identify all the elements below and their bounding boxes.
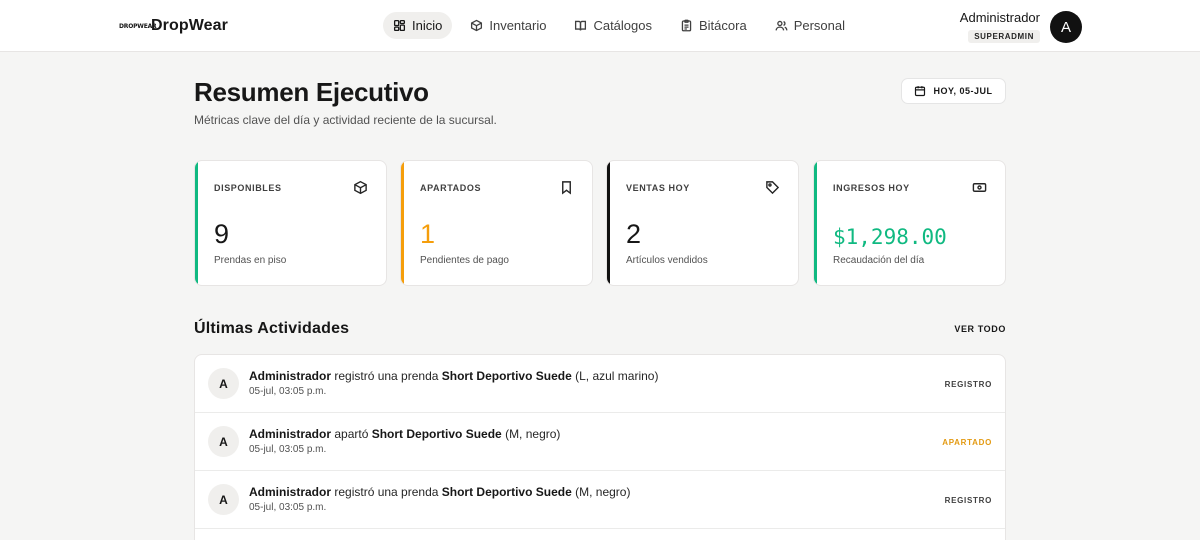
nav-item-personal[interactable]: Personal xyxy=(765,12,855,39)
activity-actor: Administrador xyxy=(249,485,332,499)
clipboard-icon xyxy=(681,19,692,32)
main-nav: Inicio Inventario Catálogos Bitácora Per… xyxy=(383,12,855,39)
user-avatar[interactable]: A xyxy=(1050,11,1082,43)
metric-card-disponibles: DISPONIBLES 9 Prendas en piso xyxy=(194,160,387,286)
page-title: Resumen Ejecutivo xyxy=(194,77,429,107)
page-subtitle: Métricas clave del día y actividad recie… xyxy=(194,113,497,127)
card-value: 9 xyxy=(214,219,230,249)
user-role-badge: SUPERADMIN xyxy=(968,30,1040,43)
metric-card-ingresos-hoy: INGRESOS HOY $1,298.00 Recaudación del d… xyxy=(813,160,1006,286)
activity-time: 05-jul, 03:05 p.m. xyxy=(249,444,327,455)
activity-item[interactable]: A Administrador registró una prenda Shor… xyxy=(195,355,1005,413)
users-icon xyxy=(775,20,788,31)
activity-item-name: Short Deportivo Suede xyxy=(371,427,502,441)
activity-tag: APARTADO xyxy=(942,438,992,447)
card-description: Recaudación del día xyxy=(833,255,925,266)
activity-time: 05-jul, 03:05 p.m. xyxy=(249,502,327,513)
book-icon xyxy=(575,20,587,31)
card-value: 1 xyxy=(420,219,436,249)
box-icon xyxy=(471,19,483,32)
card-description: Pendientes de pago xyxy=(420,255,509,266)
activity-description: Administrador apartó Short Deportivo Sue… xyxy=(249,427,560,441)
card-value: $1,298.00 xyxy=(833,225,947,249)
activity-verb: registró una prenda xyxy=(331,369,442,383)
card-label: VENTAS HOY xyxy=(626,183,690,193)
see-all-link[interactable]: VER TODO xyxy=(954,324,1006,334)
brand-name: DropWear xyxy=(151,17,228,34)
brand-logo[interactable]: DROPWEAR DropWear xyxy=(119,16,228,36)
activity-item[interactable]: A Administrador apartó Short Deportivo S… xyxy=(195,413,1005,471)
nav-label: Bitácora xyxy=(699,18,747,33)
calendar-icon xyxy=(915,86,926,97)
nav-item-catalogos[interactable]: Catálogos xyxy=(564,12,662,39)
activity-actor: Administrador xyxy=(249,427,332,441)
activity-description: Administrador registró una prenda Short … xyxy=(249,485,630,499)
card-value: 2 xyxy=(626,219,642,249)
dashboard-icon xyxy=(393,19,406,32)
activity-tag: REGISTRO xyxy=(944,496,992,505)
activities-title: Últimas Actividades xyxy=(194,320,350,337)
top-bar: DROPWEAR DropWear Inicio Inventario Catá… xyxy=(0,0,1200,52)
user-info: Administrador SUPERADMIN xyxy=(960,10,1040,44)
nav-label: Inventario xyxy=(489,18,547,33)
nav-label: Inicio xyxy=(412,18,443,33)
cash-icon xyxy=(972,180,987,195)
activity-avatar: A xyxy=(208,484,239,515)
cube-icon xyxy=(353,180,368,195)
brand-mark: DROPWEAR xyxy=(119,22,157,30)
card-description: Artículos vendidos xyxy=(626,255,708,266)
date-chip-label: HOY, 05-JUL xyxy=(933,86,993,96)
date-chip[interactable]: HOY, 05-JUL xyxy=(901,78,1006,104)
nav-item-inicio[interactable]: Inicio xyxy=(383,12,453,39)
activity-list: A Administrador registró una prenda Shor… xyxy=(194,354,1006,540)
activity-description: Administrador registró una prenda Short … xyxy=(249,369,658,383)
activity-item-name: Short Deportivo Suede xyxy=(441,485,572,499)
nav-label: Catálogos xyxy=(593,18,652,33)
activity-time: 05-jul, 03:05 p.m. xyxy=(249,386,327,397)
activity-actor: Administrador xyxy=(249,369,332,383)
metric-card-apartados: APARTADOS 1 Pendientes de pago xyxy=(400,160,593,286)
nav-item-inventario[interactable]: Inventario xyxy=(460,12,556,39)
activity-item-name: Short Deportivo Suede xyxy=(441,369,572,383)
user-name: Administrador xyxy=(959,10,1040,25)
tag-icon xyxy=(765,180,780,195)
card-description: Prendas en piso xyxy=(214,255,287,266)
activity-detail: (M, negro) xyxy=(501,427,561,441)
metric-card-ventas-hoy: VENTAS HOY 2 Artículos vendidos xyxy=(606,160,799,286)
card-label: DISPONIBLES xyxy=(214,183,282,193)
bookmark-icon xyxy=(559,180,574,195)
nav-item-bitacora[interactable]: Bitácora xyxy=(670,12,757,39)
activity-verb: apartó xyxy=(331,427,372,441)
card-label: APARTADOS xyxy=(420,183,482,193)
activity-avatar: A xyxy=(208,368,239,399)
activity-detail: (M, negro) xyxy=(571,485,631,499)
activity-avatar: A xyxy=(208,426,239,457)
activity-verb: registró una prenda xyxy=(331,485,442,499)
card-label: INGRESOS HOY xyxy=(833,183,910,193)
activity-detail: (L, azul marino) xyxy=(571,369,659,383)
user-menu[interactable]: Administrador SUPERADMIN A xyxy=(960,10,1082,44)
nav-label: Personal xyxy=(793,18,846,33)
activity-tag: REGISTRO xyxy=(944,380,992,389)
activity-item[interactable]: A Administrador registró una prenda Shor… xyxy=(195,471,1005,529)
